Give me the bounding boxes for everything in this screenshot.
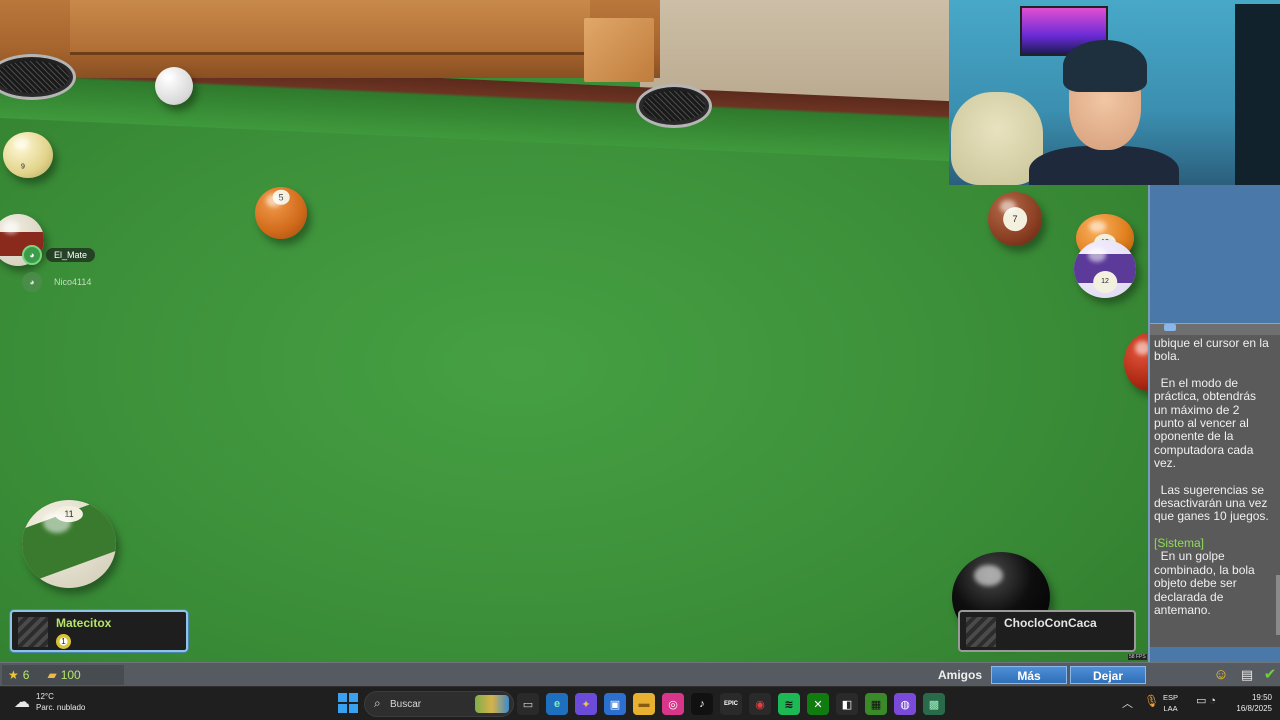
player-stats: ★ 6 ▰ 100 [2,665,124,685]
chat-message: En un golpe combinado, la bola objeto de… [1154,549,1259,617]
discord-username: El_Mate [46,248,96,262]
discord-icon: ◕ [22,272,42,292]
player-name: Matecitox [56,616,112,630]
discord-icon: ◕ [22,245,42,265]
friends-button[interactable]: Amigos [930,666,990,684]
chevron-up-icon[interactable]: ︿ [1122,695,1133,711]
star-icon: ★ [8,668,19,682]
webcam-overlay [949,0,1280,185]
weather-temperature: 12°C [36,692,54,701]
ball-9-number: 9 [21,163,25,170]
chat-icon[interactable]: ▤ [1238,666,1256,684]
check-icon[interactable]: ✔ [1261,666,1279,684]
ball-12-number: 12 [1093,270,1117,293]
game-bottom-bar: ★ 6 ▰ 100 Amigos Más Dejar ☺ ▤ ✔ [0,662,1280,686]
input-language[interactable]: ESP LAA [1163,692,1178,714]
webcam-door [1235,4,1280,185]
clock-date: 16/8/2025 [1236,704,1272,713]
instagram-icon[interactable]: ◎ [662,693,684,715]
epic-icon[interactable]: EPIC [720,693,742,715]
explorer-icon[interactable]: ▬ [633,693,655,715]
player-card-right: ChocloConCaca [958,610,1136,652]
table-wood-rail [0,0,660,78]
chat-system-label: [Sistema] [1154,535,1205,550]
start-button[interactable] [338,693,358,713]
chat-scrollbar[interactable] [1276,575,1280,635]
microphone-icon[interactable]: 🎙 [1144,694,1159,708]
network-volume-icons[interactable]: ▭◔ [1196,694,1219,707]
capcut-icon[interactable]: ◧ [836,693,858,715]
side-panel: ubique el cursor en la bola. En el modo … [1148,185,1280,662]
ball-11: 11 [22,500,116,588]
discord-voice-user: ◕ El_Mate [22,245,96,265]
spotify-icon[interactable]: ≋ [778,693,800,715]
search-icon: ⌕ [374,696,381,710]
minecraft-icon[interactable]: ▦ [865,693,887,715]
fps-counter: 58 FPS [1128,654,1147,660]
taskbar-search[interactable]: ⌕ Buscar [364,691,514,717]
ball-5: 5 [255,187,307,239]
ball-7: 7 [988,192,1042,246]
player-name: ChocloConCaca [1004,616,1097,630]
clock-time: 19:50 [1251,693,1272,702]
chat-message: En el modo de práctica, obtendrás un máx… [1154,375,1260,471]
coins-icon: ▰ [47,668,57,682]
discord-voice-user: ◕ Nico4114 [22,272,99,292]
store-icon[interactable]: ▣ [604,693,626,715]
emoji-icon[interactable]: ☺ [1212,666,1230,684]
side-panel-footer [1150,647,1280,662]
side-panel-header [1150,185,1280,323]
weather-widget[interactable]: ☁ 12°C Parc. nublado [14,691,85,713]
ball-12: 12 [1074,240,1136,298]
more-button[interactable]: Más [991,666,1067,684]
webcam-person [1029,40,1179,185]
search-placeholder: Buscar [390,699,422,710]
windows-taskbar: ☁ 12°C Parc. nublado ⌕ Buscar ▭ e ✦ ▣ ▬ ◎ ♪ EPI… [0,686,1280,720]
chat-message: Las sugerencias se desactivarán una vez … [1154,482,1271,524]
ball-9: 9 [3,132,53,178]
partly-cloudy-icon: ☁ [14,694,30,711]
ball-5-number: 5 [272,190,290,205]
edge-icon[interactable]: e [546,693,568,715]
ball-11-number: 11 [54,506,84,522]
twitch-like-icon[interactable]: ◍ [894,693,916,715]
steam-like-icon[interactable]: ◉ [749,693,771,715]
table-wood-post [584,18,654,82]
chat-log[interactable]: ubique el cursor en la bola. En el modo … [1150,335,1274,645]
coins-count: 100 [60,668,81,682]
search-highlight-image [475,695,509,713]
player-avatar [18,617,48,647]
pool-game-icon[interactable]: ▩ [923,693,945,715]
cue-ball[interactable] [155,67,193,105]
xbox-icon[interactable]: ✕ [807,693,829,715]
leave-button[interactable]: Dejar [1070,666,1146,684]
weather-description: Parc. nublado [36,703,86,712]
task-view-icon[interactable]: ▭ [517,693,539,715]
copilot-icon[interactable]: ✦ [575,693,597,715]
screen: 9 5 7 13 12 11 ◕ El_Mate ◕ Ni [0,0,1280,720]
chat-message: ubique el cursor en la bola. [1154,336,1273,364]
player-card-left: Matecitox 1 [10,610,188,652]
clock[interactable]: 19:50 16/8/2025 [1228,692,1272,714]
stars-count: 6 [22,668,30,682]
player-ball-indicator: 1 [56,634,71,649]
player-avatar [966,617,996,647]
tiktok-icon[interactable]: ♪ [691,693,713,715]
ball-7-number: 7 [1003,207,1027,231]
pocket-top-middle [636,84,712,128]
chat-resize-handle[interactable] [1164,324,1176,331]
discord-username: Nico4114 [54,277,92,287]
